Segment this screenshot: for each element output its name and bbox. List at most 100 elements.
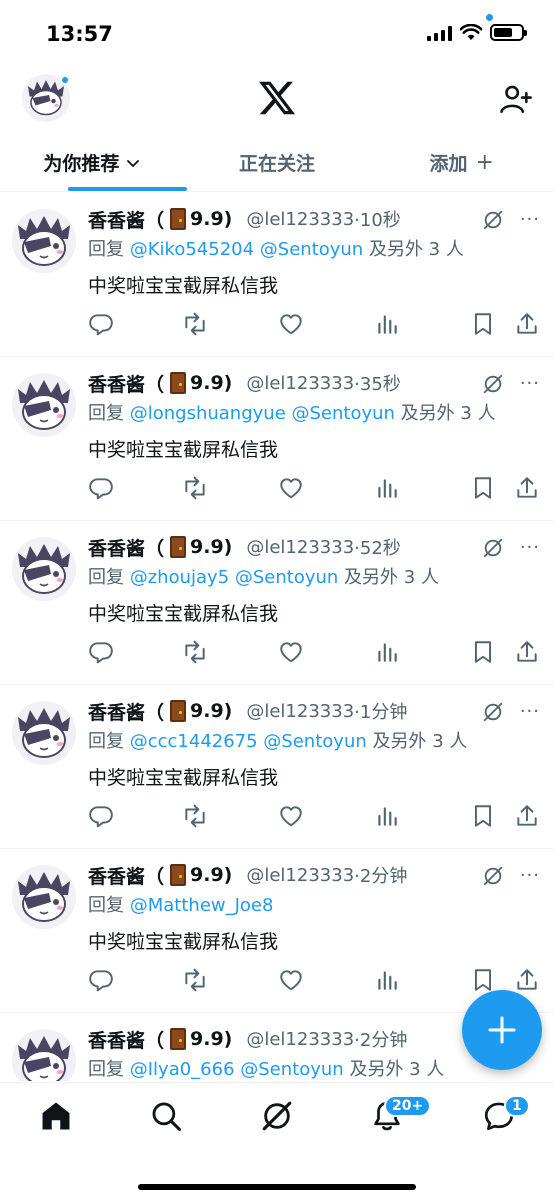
tweet-text: 中奖啦宝宝截屏私信我 [88,767,279,789]
reply-icon[interactable] [88,475,114,501]
retweet-icon[interactable] [182,475,208,501]
views-icon[interactable] [374,967,400,993]
tweet-avatar[interactable] [12,209,76,273]
like-icon[interactable] [278,803,304,829]
share-icon[interactable] [514,803,540,829]
grok-icon[interactable] [482,373,504,395]
grok-icon[interactable] [260,1099,294,1133]
tweet-item[interactable]: 香香酱（ 9.9) @lel123333 ·1分钟 ··· 回复 @ccc144… [0,685,554,849]
tweet-avatar[interactable] [12,1029,76,1081]
reply-mentions[interactable]: @Kiko545204 @Sentoyun [130,239,363,260]
grok-icon[interactable] [482,701,504,723]
more-options-icon[interactable]: ··· [520,209,540,230]
handle[interactable]: @lel123333 [246,373,354,394]
tweet-avatar[interactable] [12,701,76,765]
more-options-icon[interactable]: ··· [520,865,540,886]
tweet-item[interactable]: 香香酱（ 9.9) @lel123333 ·52秒 ··· 回复 @zhouja… [0,521,554,685]
tweet-header: 香香酱（ 9.9) @lel123333 ·52秒 [88,533,542,561]
home-indicator [138,1184,416,1190]
retweet-icon[interactable] [182,967,208,993]
search-icon[interactable] [149,1099,183,1133]
views-icon[interactable] [374,475,400,501]
tweet-item[interactable]: 香香酱（ 9.9) @lel123333 ·35秒 ··· 回复 @longsh… [0,357,554,521]
reply-mentions[interactable]: @Matthew_Joe8 [130,895,274,916]
reply-mentions[interactable]: @ccc1442675 @Sentoyun [130,731,367,752]
tweet-avatar[interactable] [12,373,76,437]
share-icon[interactable] [514,639,540,665]
like-icon[interactable] [278,639,304,665]
handle[interactable]: @lel123333 [246,701,354,722]
share-icon[interactable] [514,967,540,993]
share-icon[interactable] [514,311,540,337]
tab-for-you[interactable]: 为你推荐 [0,134,187,191]
reply-icon[interactable] [88,639,114,665]
timestamp: ·52秒 [354,538,401,559]
display-name[interactable]: 香香酱（ [88,1026,164,1053]
reply-prefix: 回复 [88,567,124,588]
display-name[interactable]: 香香酱（ [88,862,164,889]
reply-icon[interactable] [88,311,114,337]
bookmark-icon[interactable] [470,475,496,501]
handle[interactable]: @lel123333 [246,1029,354,1050]
compose-post-button[interactable] [462,990,542,1070]
handle[interactable]: @lel123333 [246,537,354,558]
like-icon[interactable] [278,311,304,337]
reply-mentions[interactable]: @zhoujay5 @Sentoyun [130,567,339,588]
tweet-avatar[interactable] [12,537,76,601]
tweet-avatar[interactable] [12,865,76,929]
more-options-icon[interactable]: ··· [520,701,540,722]
more-options-icon[interactable]: ··· [520,537,540,558]
bookmark-icon[interactable] [470,311,496,337]
handle[interactable]: @lel123333 [246,865,354,886]
profile-avatar-button[interactable] [22,74,70,122]
more-options-icon[interactable]: ··· [520,373,540,394]
tab-following[interactable]: 正在关注 [185,134,370,191]
wifi-icon [460,24,482,40]
tweet-actions [88,639,542,667]
bookmark-icon[interactable] [470,803,496,829]
reply-icon[interactable] [88,967,114,993]
tweet-item[interactable]: 香香酱（ 9.9) @lel123333 ·2分钟 ··· 回复 @Matthe… [0,849,554,1013]
bookmark-icon[interactable] [470,639,496,665]
views-icon[interactable] [374,803,400,829]
tweet-item[interactable]: 香香酱（ 9.9) @lel123333 ·10秒 ··· 回复 @Kiko54… [0,193,554,357]
share-icon[interactable] [514,475,540,501]
views-icon[interactable] [374,311,400,337]
x-logo-icon[interactable] [257,78,297,118]
display-name[interactable]: 香香酱（ [88,370,164,397]
reply-context: 回复 @zhoujay5 @Sentoyun 及另外 3 人 [88,563,439,589]
messages-tab[interactable]: 1 [482,1095,530,1133]
messages-badge: 1 [504,1095,530,1117]
reply-context: 回复 @Kiko545204 @Sentoyun 及另外 3 人 [88,235,464,261]
reply-prefix: 回复 [88,239,124,260]
tweet-actions [88,311,542,339]
reply-prefix: 回复 [88,403,124,424]
retweet-icon[interactable] [182,803,208,829]
display-name[interactable]: 香香酱（ [88,698,164,725]
tweet-header: 香香酱（ 9.9) @lel123333 ·35秒 [88,369,542,397]
grok-icon[interactable] [482,865,504,887]
bookmark-icon[interactable] [470,967,496,993]
reply-suffix: 及另外 3 人 [338,567,439,588]
person-plus-icon[interactable] [498,82,532,116]
retweet-icon[interactable] [182,311,208,337]
retweet-icon[interactable] [182,639,208,665]
like-icon[interactable] [278,475,304,501]
timeline-feed[interactable]: 香香酱（ 9.9) @lel123333 ·10秒 ··· 回复 @Kiko54… [0,193,554,1081]
handle[interactable]: @lel123333 [246,209,354,230]
reply-context: 回复 @longshuangyue @Sentoyun 及另外 3 人 [88,399,496,425]
display-name[interactable]: 香香酱（ [88,206,164,233]
display-name[interactable]: 香香酱（ [88,534,164,561]
reply-mentions[interactable]: @longshuangyue @Sentoyun [130,403,395,424]
like-icon[interactable] [278,967,304,993]
grok-icon[interactable] [482,537,504,559]
reply-mentions[interactable]: @Ilya0_666 @Sentoyun [130,1059,344,1080]
home-icon[interactable] [39,1099,73,1133]
tab-add[interactable]: 添加 + [369,14,554,191]
reply-icon[interactable] [88,803,114,829]
notifications-tab[interactable]: 20+ [370,1095,432,1133]
views-icon[interactable] [374,639,400,665]
grok-icon[interactable] [482,209,504,231]
top-header [0,64,554,134]
reply-context: 回复 @Ilya0_666 @Sentoyun 及另外 3 人 [88,1055,444,1081]
